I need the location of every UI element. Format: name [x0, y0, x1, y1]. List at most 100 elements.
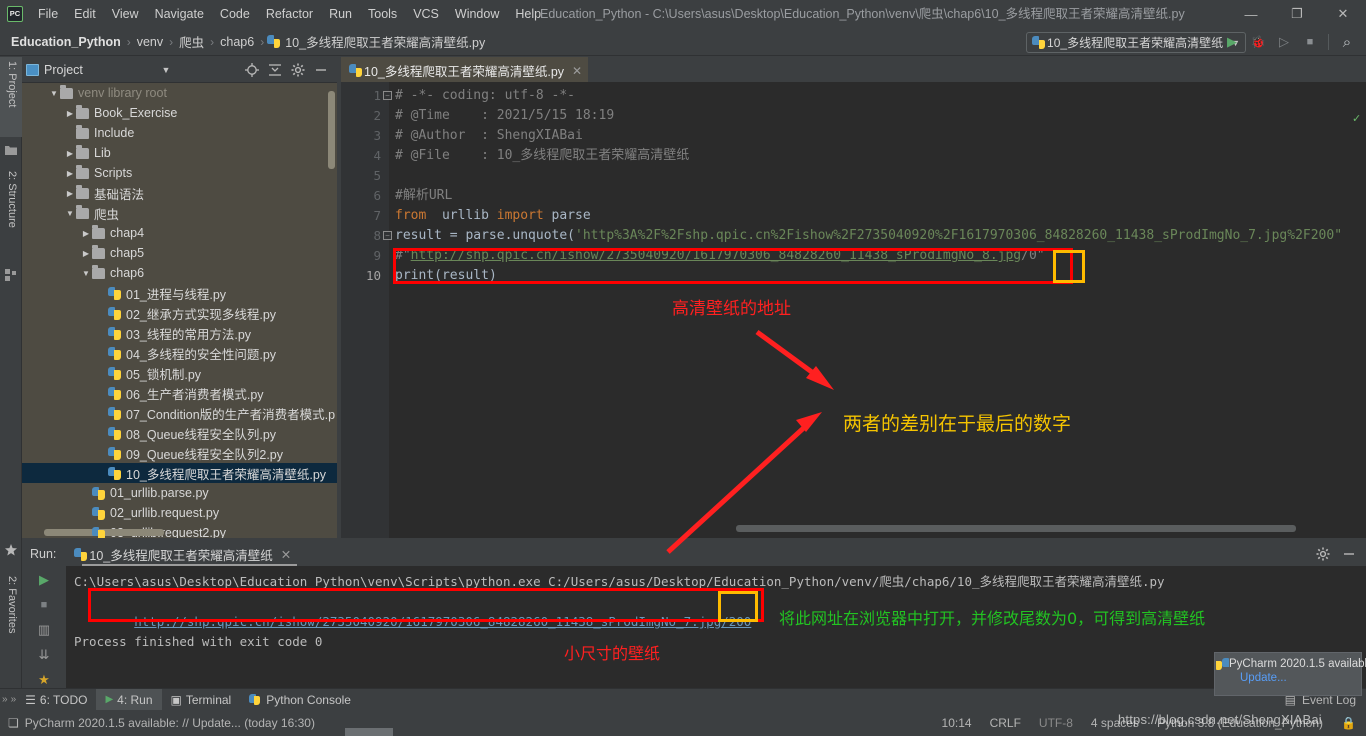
scroll-to-end-button[interactable]: ⇊: [34, 647, 54, 663]
project-tree[interactable]: ▼ venv library root ▶ Book_Exercise Include ▶…: [22, 83, 337, 538]
close-button[interactable]: ✕: [1320, 0, 1366, 28]
tree-twisty-collapsed-icon[interactable]: ▶: [64, 109, 76, 118]
pin-favorite-button[interactable]: ★: [34, 672, 54, 688]
tab-run[interactable]: ▶ 4: Run: [96, 688, 162, 711]
tree-node[interactable]: ▶ chap4: [22, 223, 337, 243]
tree-node[interactable]: ▼ 爬虫: [22, 203, 337, 223]
fold-marker-line6[interactable]: −: [383, 231, 392, 240]
breadcrumb-item-file[interactable]: 10_多线程爬取王者荣耀高清壁纸.py: [282, 31, 488, 52]
tree-node[interactable]: Include: [22, 123, 337, 143]
run-coverage-button[interactable]: ▷: [1273, 31, 1295, 53]
breadcrumb-item-project[interactable]: Education_Python: [8, 34, 124, 50]
tree-twisty-collapsed-icon[interactable]: ▶: [80, 229, 92, 238]
code-folding-column[interactable]: − −: [383, 82, 395, 538]
tree-node[interactable]: 06_生产者消费者模式.py: [22, 383, 337, 403]
file-encoding[interactable]: UTF-8: [1039, 716, 1073, 730]
debug-button[interactable]: 🐞: [1247, 31, 1269, 53]
menu-window[interactable]: Window: [447, 3, 507, 25]
tree-node[interactable]: ▶ Lib: [22, 143, 337, 163]
tree-twisty-collapsed-icon[interactable]: ▶: [64, 149, 76, 158]
code-line[interactable]: from urllib import parse: [395, 206, 1366, 226]
notification-update-link[interactable]: Update...: [1240, 672, 1354, 684]
tree-twisty-collapsed-icon[interactable]: ▶: [64, 189, 76, 198]
menu-edit[interactable]: Edit: [66, 3, 104, 25]
stop-button[interactable]: ■: [1299, 31, 1321, 53]
status-message-area[interactable]: ❏ PyCharm 2020.1.5 available: // Update.…: [0, 716, 315, 730]
menu-navigate[interactable]: Navigate: [147, 3, 212, 25]
tree-node[interactable]: 05_锁机制.py: [22, 363, 337, 383]
tab-terminal[interactable]: ▣ Terminal: [162, 689, 241, 711]
menu-view[interactable]: View: [104, 3, 147, 25]
breadcrumb-item-chap6[interactable]: chap6: [217, 34, 257, 50]
minimize-button[interactable]: —: [1228, 0, 1274, 28]
tree-twisty-expanded-icon[interactable]: ▼: [80, 269, 92, 278]
hide-panel-minimize-icon[interactable]: [1340, 545, 1358, 563]
breadcrumb-item-venv[interactable]: venv: [134, 34, 166, 50]
run-configuration-selector[interactable]: 10_多线程爬取王者荣耀高清壁纸 ▼: [1026, 32, 1246, 53]
run-tab[interactable]: 10_多线程爬取王者荣耀高清壁纸 ✕: [74, 545, 291, 564]
fold-marker-line1[interactable]: −: [383, 91, 392, 100]
tree-node[interactable]: 02_继承方式实现多线程.py: [22, 303, 337, 323]
editor-tab-active[interactable]: 10_多线程爬取王者荣耀高清壁纸.py ✕: [341, 57, 589, 82]
close-icon[interactable]: ✕: [281, 547, 291, 562]
hide-panel-minimize-icon[interactable]: [312, 61, 330, 79]
tree-vertical-scrollbar[interactable]: [328, 91, 335, 169]
gear-icon[interactable]: [1314, 545, 1332, 563]
tree-node[interactable]: ▶ Scripts: [22, 163, 337, 183]
tree-node[interactable]: 03_线程的常用方法.py: [22, 323, 337, 343]
code-line[interactable]: [395, 166, 1366, 186]
menu-code[interactable]: Code: [212, 3, 258, 25]
status-message[interactable]: PyCharm 2020.1.5 available: // Update...…: [25, 716, 315, 730]
tab-todo[interactable]: ☰ 6: TODO: [16, 689, 96, 711]
menu-tools[interactable]: Tools: [360, 3, 405, 25]
sidebar-item-structure[interactable]: 2: Structure: [0, 167, 22, 262]
sidebar-item-favorites[interactable]: 2: Favorites: [0, 572, 22, 662]
tree-node[interactable]: 01_urllib.parse.py: [22, 483, 337, 503]
menu-run[interactable]: Run: [321, 3, 360, 25]
tree-twisty-expanded-icon[interactable]: ▼: [64, 209, 76, 218]
run-button[interactable]: ▶: [1221, 31, 1243, 53]
tree-twisty-collapsed-icon[interactable]: ▶: [80, 249, 92, 258]
stop-process-button[interactable]: ■: [34, 597, 54, 613]
editor-horizontal-scrollbar[interactable]: [736, 525, 1296, 532]
code-line[interactable]: # -*- coding: utf-8 -*-: [395, 86, 1366, 106]
lock-icon[interactable]: 🔒: [1341, 716, 1356, 730]
search-everywhere-icon[interactable]: ⌕: [1336, 31, 1358, 53]
code-line[interactable]: # @Time : 2021/5/15 18:19: [395, 106, 1366, 126]
tree-node[interactable]: 07_Condition版的生产者消费者模式.p: [22, 403, 337, 423]
code-editor[interactable]: 1 2 3 4 5 6 7 8 9 10 − − # -*- coding: utf-8 -*- #…: [341, 82, 1366, 538]
code-line[interactable]: result = parse.unquote('http%3A%2F%2Fshp…: [395, 226, 1366, 246]
crosshair-icon[interactable]: [243, 61, 261, 79]
tree-node[interactable]: ▶ chap5: [22, 243, 337, 263]
close-icon[interactable]: ✕: [572, 64, 582, 78]
code-line[interactable]: # @File : 10_多线程爬取王者荣耀高清壁纸: [395, 146, 1366, 166]
tree-node[interactable]: 09_Queue线程安全队列2.py: [22, 443, 337, 463]
tree-node[interactable]: 04_多线程的安全性问题.py: [22, 343, 337, 363]
tree-node[interactable]: ▶ Book_Exercise: [22, 103, 337, 123]
code-line[interactable]: # @Author : ShengXIABai: [395, 126, 1366, 146]
tree-node[interactable]: ▶ 基础语法: [22, 183, 337, 203]
caret-position[interactable]: 10:14: [942, 716, 972, 730]
tree-node-selected[interactable]: 10_多线程爬取王者荣耀高清壁纸.py: [22, 463, 337, 483]
project-view-chevron-down-icon[interactable]: ▼: [155, 65, 170, 75]
menu-file[interactable]: File: [30, 3, 66, 25]
chevron-right-icon-1[interactable]: »: [2, 694, 8, 705]
tab-python-console[interactable]: Python Console: [240, 689, 360, 711]
maximize-button[interactable]: ❐: [1274, 0, 1320, 28]
collapse-all-icon[interactable]: [266, 61, 284, 79]
tree-twisty-expanded-icon[interactable]: ▼: [48, 89, 60, 98]
tree-node[interactable]: ▼ chap6: [22, 263, 337, 283]
tree-node[interactable]: ▼ venv library root: [22, 83, 337, 103]
line-separator[interactable]: CRLF: [990, 716, 1021, 730]
tree-node[interactable]: 01_进程与线程.py: [22, 283, 337, 303]
menu-refactor[interactable]: Refactor: [258, 3, 321, 25]
tree-twisty-collapsed-icon[interactable]: ▶: [64, 169, 76, 178]
breadcrumb-item-spider[interactable]: 爬虫: [176, 31, 207, 52]
code-line[interactable]: #解析URL: [395, 186, 1366, 206]
menu-vcs[interactable]: VCS: [405, 3, 447, 25]
rerun-button[interactable]: ▶: [34, 572, 54, 588]
gear-icon[interactable]: [289, 61, 307, 79]
tree-node[interactable]: 08_Queue线程安全队列.py: [22, 423, 337, 443]
tree-node[interactable]: 02_urllib.request.py: [22, 503, 337, 523]
notification-balloon[interactable]: PyCharm 2020.1.5 available Update...: [1214, 652, 1366, 696]
